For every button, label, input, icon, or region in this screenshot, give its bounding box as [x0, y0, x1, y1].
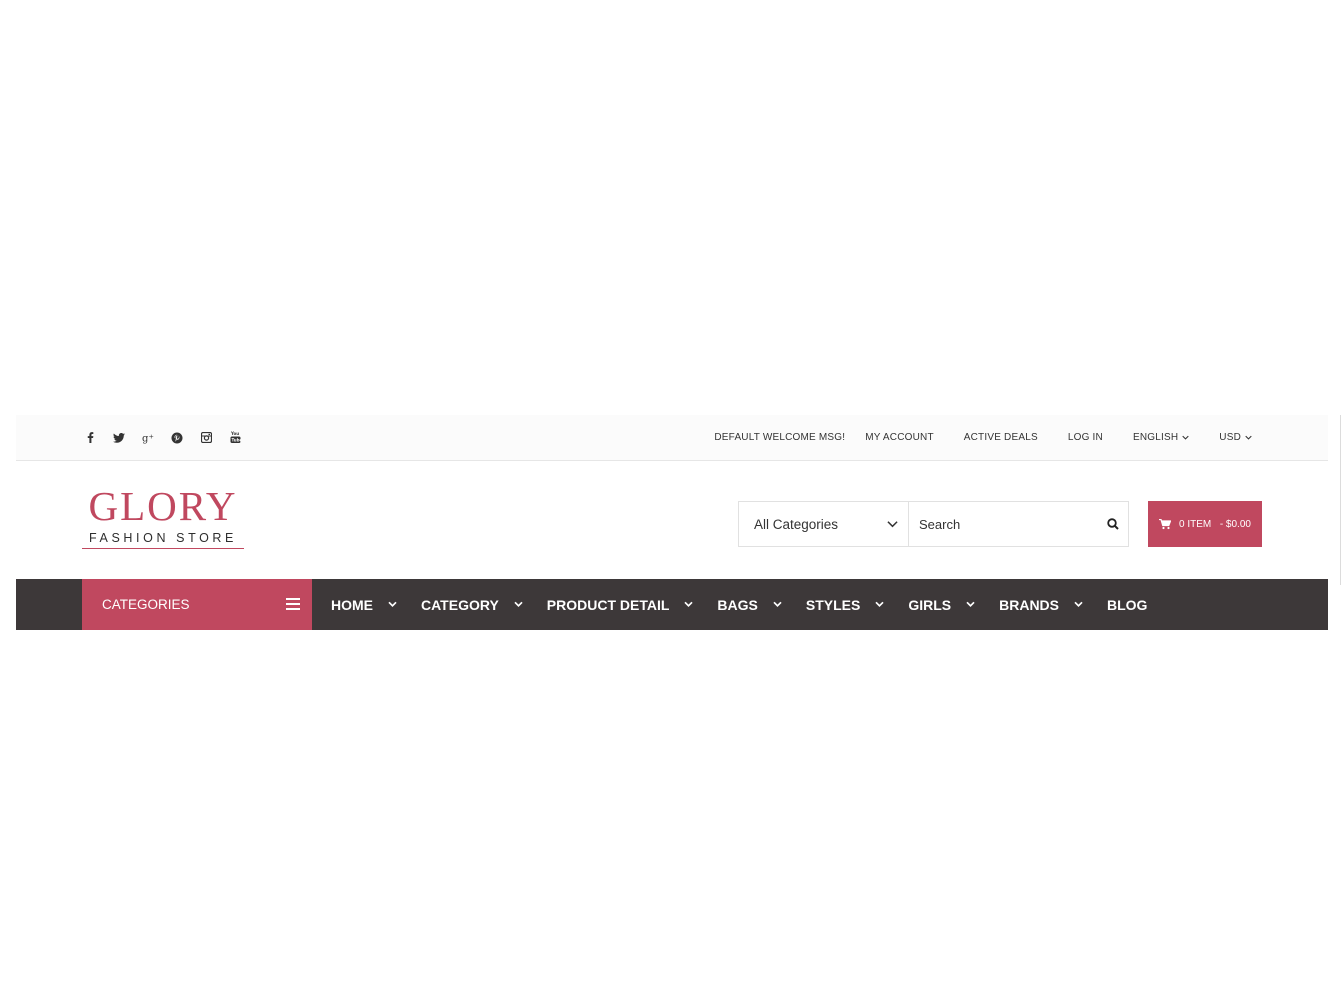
store-logo[interactable]: GLORY FASHION STORE — [82, 483, 244, 549]
language-dropdown[interactable]: ENGLISH — [1133, 432, 1189, 443]
nav-item-styles[interactable]: STYLES — [806, 597, 884, 613]
header-main: GLORY FASHION STORE All Categories 0 ITE… — [16, 461, 1328, 579]
nav-item-label: GIRLS — [908, 596, 952, 613]
chevron-down-icon — [684, 601, 694, 608]
top-links: DEFAULT WELCOME MSG! MY ACCOUNT ACTIVE D… — [714, 415, 1252, 460]
nav-item-category[interactable]: CATEGORY — [421, 597, 523, 613]
svg-text:Tube: Tube — [231, 438, 241, 443]
search-button[interactable] — [1098, 502, 1128, 546]
chevron-down-icon — [875, 601, 884, 608]
hamburger-icon — [286, 598, 300, 610]
top-bar: g+ You Tube DEFAULT WELCOME MSG! MY ACCOU… — [16, 415, 1328, 461]
svg-text:+: + — [148, 432, 153, 440]
instagram-icon[interactable] — [198, 430, 214, 446]
currency-dropdown[interactable]: USD — [1219, 432, 1252, 443]
nav-menu: HOME CATEGORY PRODUCT DETAIL BAGS STYLES… — [331, 579, 1171, 630]
chevron-down-icon — [773, 601, 782, 608]
nav-item-girls[interactable]: GIRLS — [908, 597, 975, 613]
nav-item-home[interactable]: HOME — [331, 597, 397, 613]
nav-item-bags[interactable]: BAGS — [717, 596, 782, 613]
site-header: g+ You Tube DEFAULT WELCOME MSG! MY ACCOU… — [16, 415, 1328, 630]
chevron-down-icon — [1074, 601, 1083, 608]
nav-item-label: BRANDS — [999, 596, 1059, 613]
google-plus-icon[interactable]: g + — [140, 430, 156, 446]
nav-item-label: BAGS — [717, 596, 758, 613]
nav-item-product-detail[interactable]: PRODUCT DETAIL — [547, 597, 694, 613]
nav-item-brands[interactable]: BRANDS — [999, 597, 1083, 613]
cart-total: - $0.00 — [1219, 518, 1251, 530]
chevron-down-icon — [1245, 435, 1252, 440]
cart-icon — [1159, 518, 1172, 529]
language-label: ENGLISH — [1132, 432, 1179, 443]
currency-label: USD — [1219, 432, 1241, 443]
nav-item-blog[interactable]: BLOG — [1107, 597, 1147, 613]
cart-count: 0 ITEM — [1179, 518, 1212, 530]
category-select[interactable]: All Categories — [739, 502, 909, 546]
svg-text:You: You — [230, 431, 239, 436]
youtube-icon[interactable]: You Tube — [227, 430, 243, 446]
main-nav: CATEGORIES HOME CATEGORY PRODUCT DETAIL … — [16, 579, 1328, 630]
nav-item-label: CATEGORY — [421, 596, 499, 613]
my-account-link[interactable]: MY ACCOUNT — [865, 432, 934, 443]
login-link[interactable]: LOG IN — [1068, 432, 1103, 443]
page-edge-divider — [1340, 415, 1341, 585]
search-icon — [1107, 518, 1119, 530]
facebook-icon[interactable] — [82, 430, 98, 446]
chevron-down-icon — [966, 601, 975, 608]
search-bar: All Categories — [738, 501, 1129, 547]
pinterest-icon[interactable] — [169, 430, 185, 446]
active-deals-link[interactable]: ACTIVE DEALS — [964, 432, 1038, 443]
social-links: g+ You Tube — [82, 415, 243, 460]
chevron-down-icon — [388, 601, 397, 608]
nav-item-label: HOME — [331, 596, 373, 613]
twitter-icon[interactable] — [111, 430, 127, 446]
category-select-value: All Categories — [754, 516, 839, 532]
logo-subtitle: FASHION STORE — [82, 531, 244, 549]
nav-item-label: STYLES — [805, 596, 861, 613]
chevron-down-icon — [1182, 435, 1189, 440]
nav-item-label: PRODUCT DETAIL — [546, 596, 670, 613]
chevron-down-icon — [514, 601, 523, 608]
chevron-down-icon — [887, 521, 898, 528]
welcome-message: DEFAULT WELCOME MSG! — [714, 432, 846, 443]
cart-button[interactable]: 0 ITEM - $0.00 — [1148, 501, 1262, 547]
categories-label: CATEGORIES — [102, 597, 190, 612]
search-input[interactable] — [909, 502, 1098, 546]
logo-title: GLORY — [88, 483, 238, 529]
nav-item-label: BLOG — [1107, 596, 1148, 613]
svg-text:g: g — [142, 433, 149, 444]
categories-button[interactable]: CATEGORIES — [82, 579, 312, 630]
